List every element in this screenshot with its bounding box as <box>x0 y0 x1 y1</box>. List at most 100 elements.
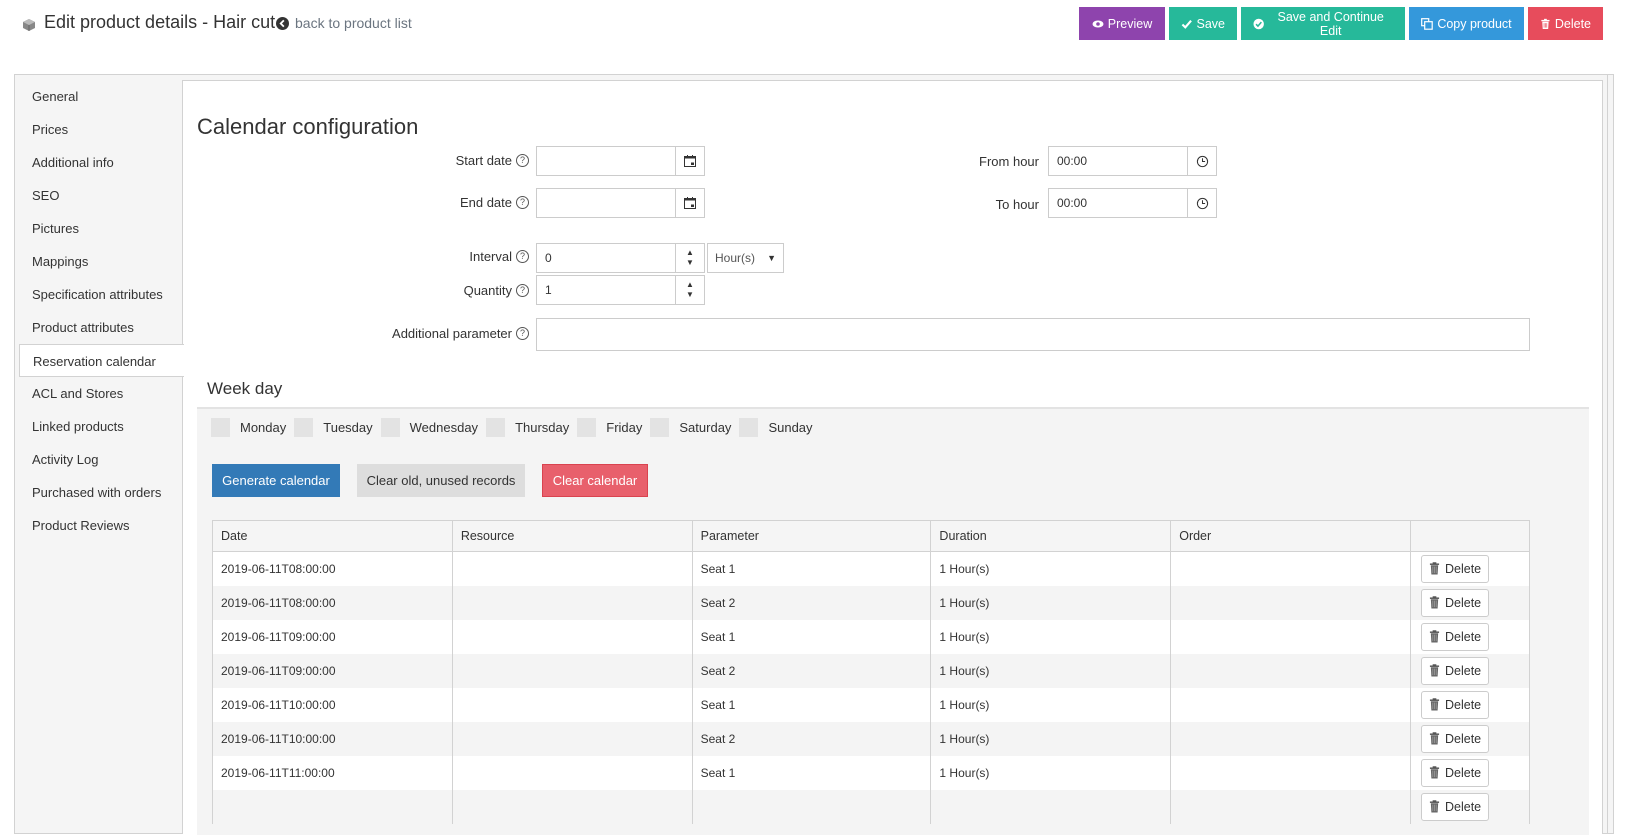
table-row: Delete <box>212 789 1530 824</box>
sidebar-item-seo[interactable]: SEO <box>15 179 183 212</box>
generate-calendar-button[interactable]: Generate calendar <box>212 464 340 497</box>
from-hour-input[interactable] <box>1048 146 1188 176</box>
sidebar-item-activity-log[interactable]: Activity Log <box>15 443 183 476</box>
delete-row-button[interactable]: Delete <box>1421 690 1490 719</box>
column-header-order[interactable]: Order <box>1170 520 1411 552</box>
copy-icon <box>1421 17 1434 30</box>
sidebar-item-acl-and-stores[interactable]: ACL and Stores <box>15 377 183 410</box>
trash-icon <box>1429 766 1440 779</box>
cell-actions: Delete <box>1410 687 1530 722</box>
tuesday-checkbox[interactable] <box>294 418 314 437</box>
delete-row-button[interactable]: Delete <box>1421 554 1490 583</box>
save-button[interactable]: Save <box>1169 7 1237 40</box>
delete-row-button[interactable]: Delete <box>1421 792 1490 821</box>
cell-date: 2019-06-11T10:00:00 <box>212 687 453 722</box>
table-row: 2019-06-11T10:00:00 Seat 1 1 Hour(s) Del… <box>212 687 1530 722</box>
help-icon[interactable]: ? <box>516 327 529 340</box>
additional-parameter-label: Additional parameter ? <box>333 326 529 341</box>
delete-row-button[interactable]: Delete <box>1421 724 1490 753</box>
interval-stepper[interactable]: ▲ ▼ <box>676 243 705 273</box>
weekday-monday[interactable]: Monday <box>211 418 286 437</box>
clear-old-records-button[interactable]: Clear old, unused records <box>357 464 525 497</box>
table-row: 2019-06-11T09:00:00 Seat 1 1 Hour(s) Del… <box>212 619 1530 654</box>
sidebar-item-purchased-with-orders[interactable]: Purchased with orders <box>15 476 183 509</box>
preview-label: Preview <box>1107 16 1153 31</box>
copy-product-button[interactable]: Copy product <box>1409 7 1524 40</box>
sidebar-item-additional-info[interactable]: Additional info <box>15 146 183 179</box>
saturday-checkbox[interactable] <box>650 418 670 437</box>
clock-icon[interactable] <box>1188 188 1217 218</box>
help-icon[interactable]: ? <box>516 154 529 167</box>
to-hour-input[interactable] <box>1048 188 1188 218</box>
sidebar-item-product-attributes[interactable]: Product attributes <box>15 311 183 344</box>
back-to-product-list-link[interactable]: back to product list <box>276 15 412 31</box>
sidebar-item-mappings[interactable]: Mappings <box>15 245 183 278</box>
column-header-date[interactable]: Date <box>212 520 453 552</box>
interval-input[interactable] <box>536 243 676 273</box>
start-date-label: Start date ? <box>383 153 529 168</box>
cell-resource <box>451 789 693 824</box>
clear-calendar-button[interactable]: Clear calendar <box>542 464 648 497</box>
additional-parameter-input[interactable] <box>536 318 1530 351</box>
weekday-tuesday[interactable]: Tuesday <box>294 418 373 437</box>
preview-button[interactable]: Preview <box>1079 7 1165 40</box>
sidebar-item-reservation-calendar[interactable]: Reservation calendar <box>19 344 184 377</box>
cell-resource <box>451 755 693 790</box>
sidebar-item-general[interactable]: General <box>15 80 183 113</box>
column-header-resource[interactable]: Resource <box>451 520 693 552</box>
delete-row-button[interactable]: Delete <box>1421 758 1490 787</box>
interval-group: ▲ ▼ <box>536 243 705 273</box>
weekday-wednesday[interactable]: Wednesday <box>380 418 478 437</box>
cell-actions: Delete <box>1410 619 1530 654</box>
weekday-sunday[interactable]: Sunday <box>739 418 813 437</box>
end-date-input[interactable] <box>536 188 676 218</box>
delete-product-button[interactable]: Delete <box>1528 7 1603 40</box>
interval-unit-select[interactable]: Hour(s) ▼ <box>707 243 784 273</box>
column-header-parameter[interactable]: Parameter <box>691 520 932 552</box>
delete-row-button[interactable]: Delete <box>1421 656 1490 685</box>
dropdown-arrow-icon: ▼ <box>767 253 776 263</box>
weekday-thursday[interactable]: Thursday <box>486 418 569 437</box>
cell-resource <box>451 619 693 654</box>
cell-parameter: Seat 1 <box>691 619 932 654</box>
start-date-input[interactable] <box>536 146 676 176</box>
friday-checkbox[interactable] <box>577 418 597 437</box>
table-body: 2019-06-11T08:00:00 Seat 1 1 Hour(s) Del… <box>212 551 1530 824</box>
quantity-input[interactable] <box>536 275 676 305</box>
sidebar-item-pictures[interactable]: Pictures <box>15 212 183 245</box>
cell-resource <box>451 585 693 620</box>
wednesday-checkbox[interactable] <box>380 418 400 437</box>
quantity-label: Quantity ? <box>383 283 529 298</box>
caret-up-icon[interactable]: ▲ <box>686 248 694 258</box>
help-icon[interactable]: ? <box>516 284 529 297</box>
monday-checkbox[interactable] <box>211 418 230 437</box>
delete-row-button[interactable]: Delete <box>1421 588 1490 617</box>
page-header: Edit product details - Hair cut back to … <box>0 0 1625 48</box>
cell-resource <box>451 551 693 586</box>
caret-up-icon[interactable]: ▲ <box>686 280 694 290</box>
calendar-icon[interactable] <box>676 188 705 218</box>
thursday-checkbox[interactable] <box>486 418 506 437</box>
caret-down-icon[interactable]: ▼ <box>686 290 694 300</box>
sunday-checkbox[interactable] <box>739 418 759 437</box>
sidebar-item-prices[interactable]: Prices <box>15 113 183 146</box>
help-icon[interactable]: ? <box>516 250 529 263</box>
from-hour-label: From hour <box>943 154 1039 169</box>
clock-icon[interactable] <box>1188 146 1217 176</box>
cell-duration: 1 Hour(s) <box>930 755 1172 790</box>
weekday-friday[interactable]: Friday <box>577 418 642 437</box>
to-hour-label: To hour <box>943 197 1039 212</box>
page-title-text: Edit product details - Hair cut <box>44 12 276 32</box>
delete-row-button[interactable]: Delete <box>1421 622 1490 651</box>
calendar-icon[interactable] <box>676 146 705 176</box>
weekday-saturday[interactable]: Saturday <box>650 418 731 437</box>
caret-down-icon[interactable]: ▼ <box>686 258 694 268</box>
column-header-duration[interactable]: Duration <box>930 520 1172 552</box>
help-icon[interactable]: ? <box>516 196 529 209</box>
save-continue-button[interactable]: Save and Continue Edit <box>1241 7 1405 40</box>
sidebar-item-product-reviews[interactable]: Product Reviews <box>15 509 183 542</box>
sidebar-item-linked-products[interactable]: Linked products <box>15 410 183 443</box>
sidebar-item-specification-attributes[interactable]: Specification attributes <box>15 278 183 311</box>
quantity-stepper[interactable]: ▲ ▼ <box>676 275 705 305</box>
table-row: 2019-06-11T08:00:00 Seat 1 1 Hour(s) Del… <box>212 551 1530 586</box>
